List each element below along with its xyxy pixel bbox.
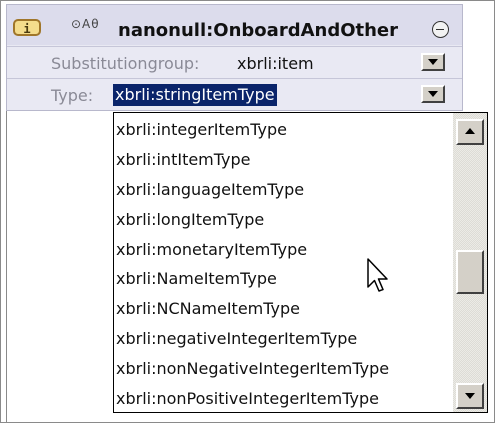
type-dropdown-list[interactable]: xbrli:integerItemType xbrli:intItemType … [113, 112, 488, 413]
type-row: Type: xbrli:stringItemType [7, 78, 462, 109]
mouse-pointer-icon [367, 258, 388, 292]
element-properties-icons: ⊙Aθ [71, 17, 100, 31]
type-value-field[interactable]: xbrli:stringItemType [113, 84, 277, 106]
info-icon[interactable]: i [13, 19, 41, 36]
scrollbar-thumb[interactable] [456, 250, 484, 294]
list-item[interactable]: xbrli:monetaryItemType [116, 235, 452, 265]
list-item[interactable]: xbrli:longItemType [116, 205, 452, 235]
type-options-list: xbrli:integerItemType xbrli:intItemType … [116, 115, 452, 414]
list-item[interactable]: xbrli:NCNameItemType [116, 294, 452, 324]
list-item[interactable]: xbrli:intItemType [116, 145, 452, 175]
substitutiongroup-label: Substitutiongroup: [51, 54, 200, 73]
element-header[interactable]: i ⊙Aθ nanonull:OnboardAndOther [7, 5, 462, 45]
vertical-scrollbar[interactable] [453, 113, 487, 412]
element-title[interactable]: nanonull:OnboardAndOther [118, 20, 398, 41]
connector-line [6, 109, 7, 422]
substitutiongroup-row: Substitutiongroup: xbrli:item [7, 46, 462, 77]
type-label: Type: [51, 86, 94, 105]
substitutiongroup-dropdown-button[interactable] [421, 53, 445, 71]
scroll-up-button[interactable] [456, 119, 484, 145]
collapse-icon[interactable] [432, 21, 449, 38]
list-item[interactable]: xbrli:integerItemType [116, 115, 452, 145]
substitutiongroup-value[interactable]: xbrli:item [237, 54, 314, 73]
scroll-down-button[interactable] [456, 383, 484, 409]
list-item[interactable]: xbrli:negativeIntegerItemType [116, 324, 452, 354]
list-item[interactable]: xbrli:NameItemType [116, 264, 452, 294]
type-dropdown-button[interactable] [421, 85, 445, 103]
list-item[interactable]: xbrli:languageItemType [116, 175, 452, 205]
list-item[interactable]: xbrli:nonNegativeIntegerItemType [116, 354, 452, 384]
list-item[interactable]: xbrli:nonPositiveIntegerItemType [116, 384, 452, 414]
element-box[interactable]: i ⊙Aθ nanonull:OnboardAndOther Substitut… [6, 4, 463, 111]
